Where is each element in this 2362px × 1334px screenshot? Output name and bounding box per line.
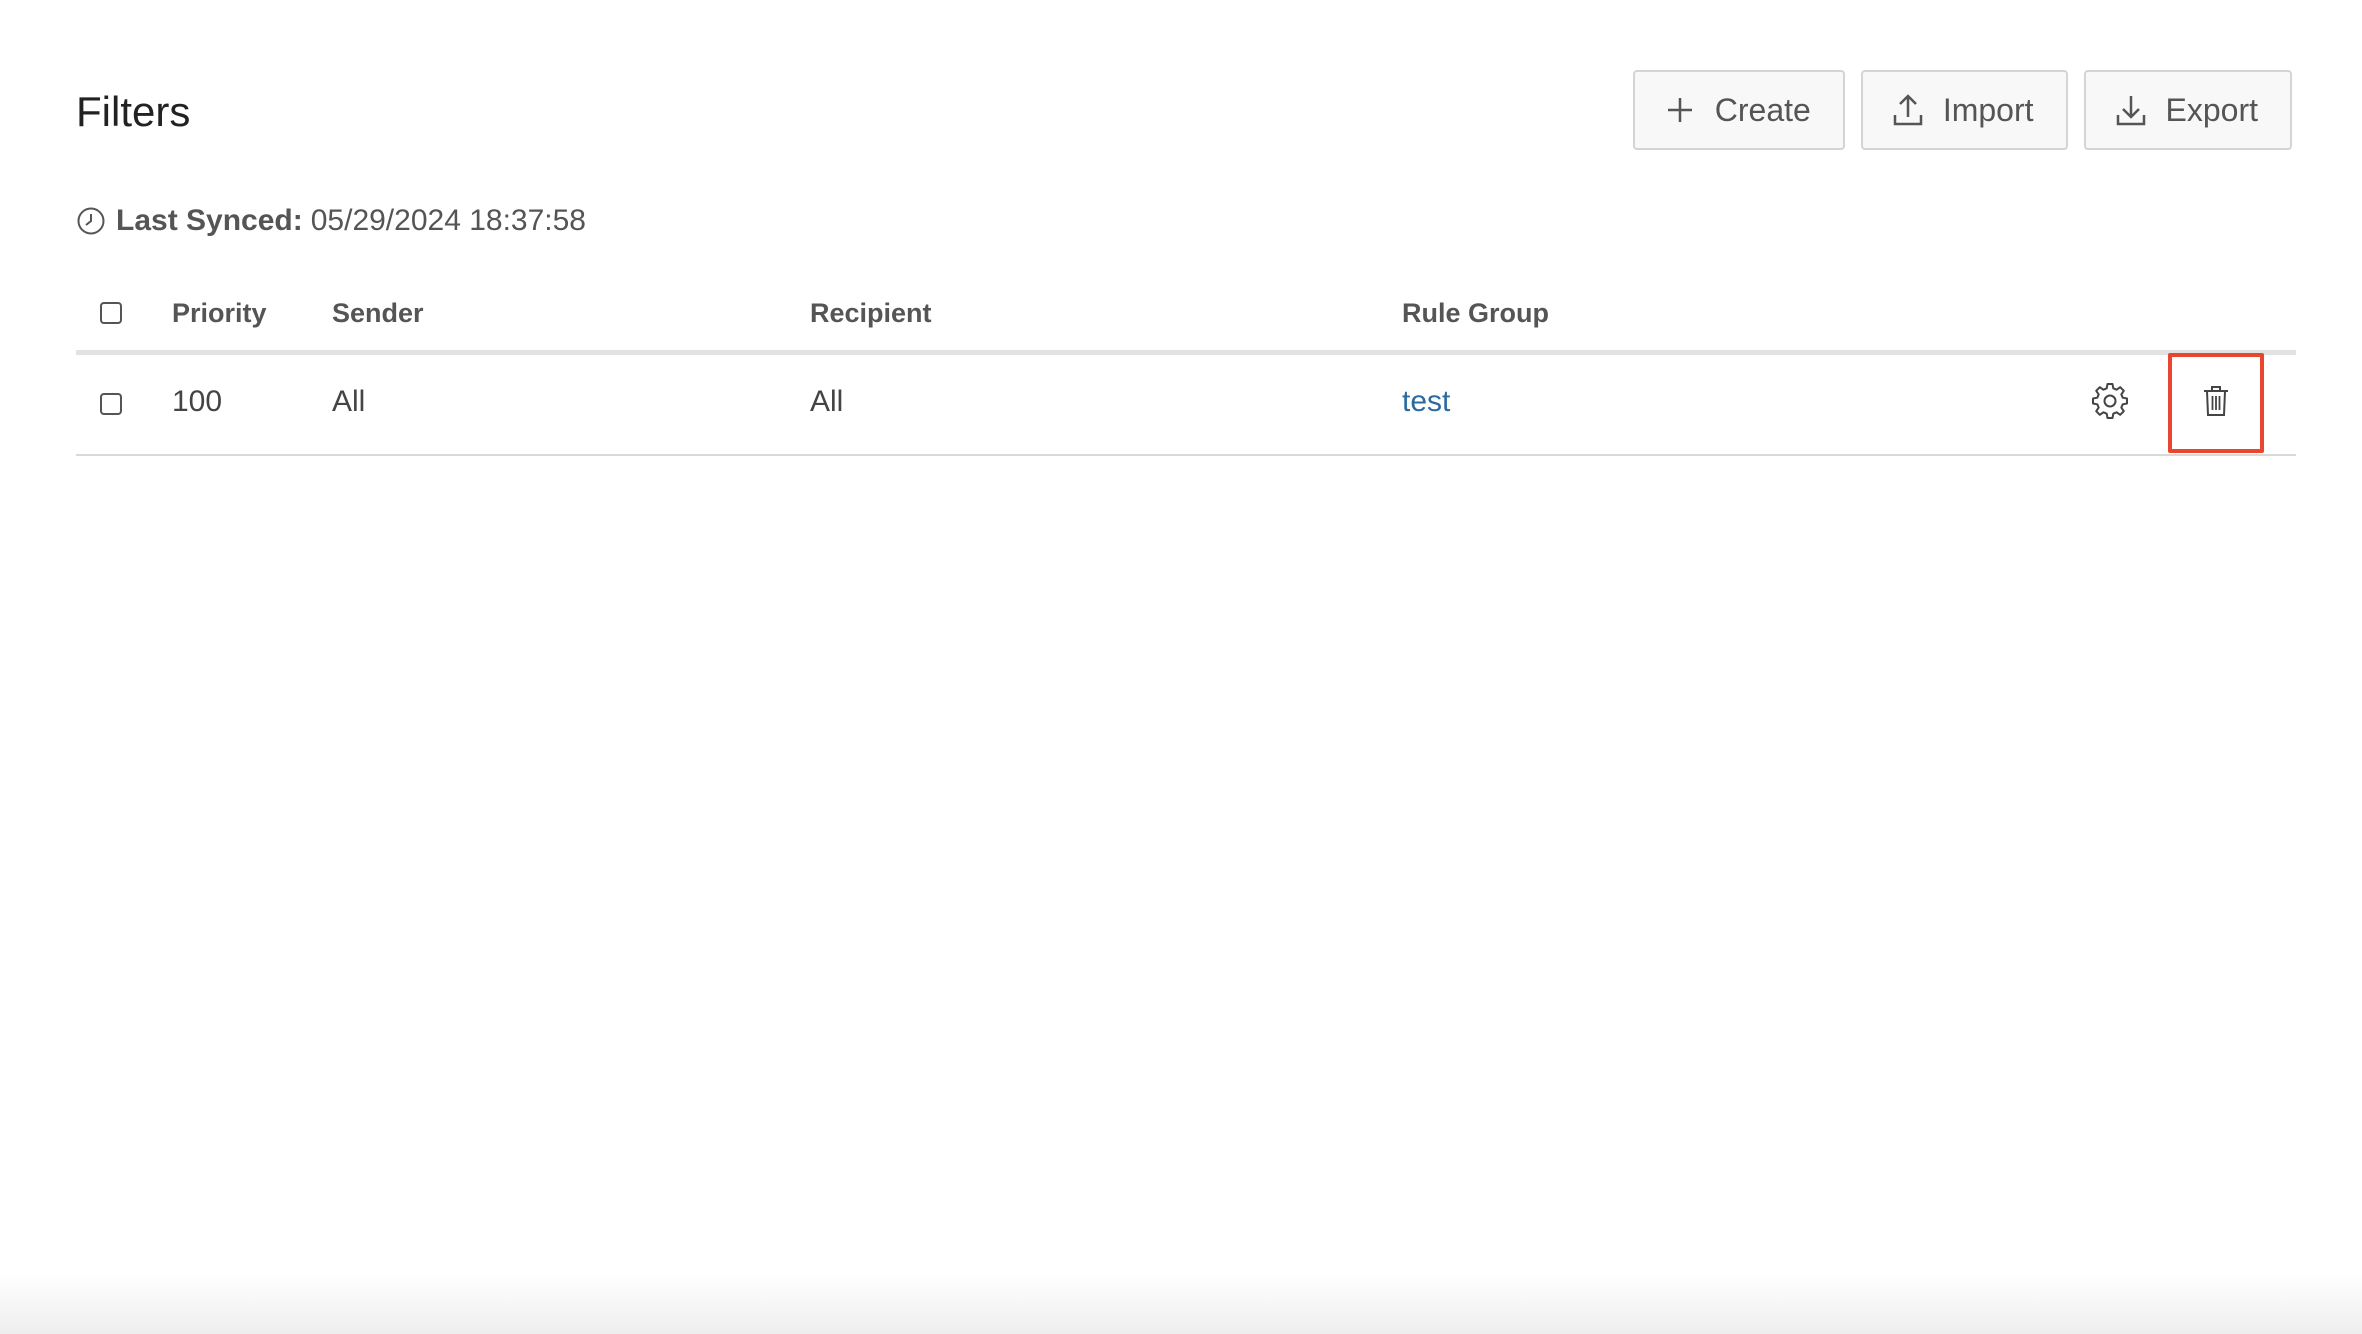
page-title: Filters [76, 88, 191, 135]
table-row: 100 All All test [76, 353, 2296, 456]
column-header-sender[interactable]: Sender [332, 298, 424, 329]
bottom-shadow [0, 1274, 2362, 1334]
plus-icon [1663, 93, 1697, 127]
delete-highlight-box [2168, 353, 2264, 453]
table-header: Priority Sender Recipient Rule Group [76, 282, 2296, 355]
last-synced-label: Last Synced: [116, 204, 303, 237]
create-button[interactable]: Create [1632, 70, 1845, 150]
export-button-label: Export [2165, 91, 2258, 128]
download-icon [2114, 93, 2148, 127]
last-synced: Last Synced: 05/29/2024 18:37:58 [76, 204, 586, 238]
toolbar: Create Import Export [1632, 70, 2292, 150]
column-header-rule-group[interactable]: Rule Group [1402, 298, 1549, 329]
cell-rule-group-link[interactable]: test [1402, 385, 1450, 419]
clock-icon [76, 206, 106, 236]
upload-icon [1891, 93, 1925, 127]
row-checkbox[interactable] [100, 393, 122, 415]
select-all-checkbox[interactable] [100, 302, 122, 324]
column-header-priority[interactable]: Priority [172, 298, 267, 329]
cell-sender: All [332, 385, 366, 418]
filters-table: Priority Sender Recipient Rule Group 100… [76, 282, 2296, 456]
column-header-recipient[interactable]: Recipient [810, 298, 932, 329]
filters-page: Filters Create Import Export Last Synced… [0, 0, 2362, 1334]
cell-recipient: All [810, 385, 844, 418]
create-button-label: Create [1714, 91, 1811, 128]
last-synced-value: 05/29/2024 18:37:58 [310, 204, 586, 237]
gear-icon[interactable] [2090, 381, 2130, 421]
import-button-label: Import [1942, 91, 2034, 128]
cell-priority: 100 [172, 385, 223, 418]
export-button[interactable]: Export [2083, 70, 2292, 150]
import-button[interactable]: Import [1860, 70, 2068, 150]
